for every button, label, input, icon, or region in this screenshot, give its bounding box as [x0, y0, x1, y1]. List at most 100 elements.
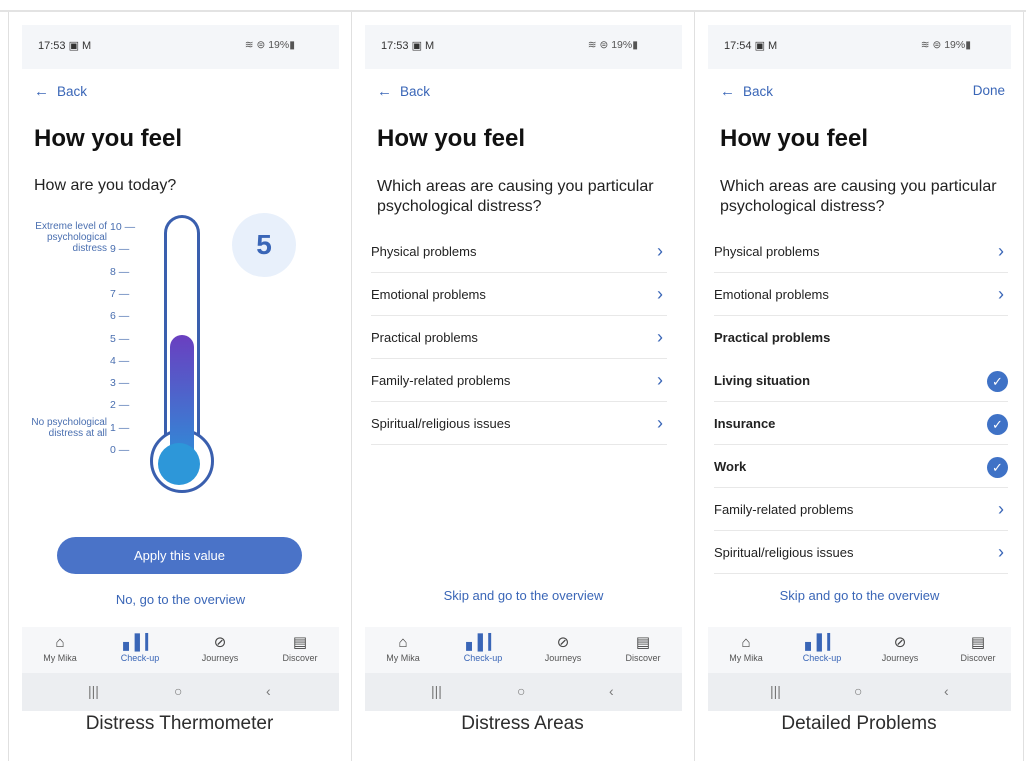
go-to-overview-link[interactable]: No, go to the overview: [22, 592, 339, 607]
tab-check-up[interactable]: ▖▌▎ Check-up: [790, 633, 854, 663]
tab-discover[interactable]: ▤ Discover: [946, 633, 1010, 663]
scale-tick: 6 —: [110, 310, 130, 323]
tab-bar: ⌂ My Mika ▖▌▎ Check-up ⊘ Journeys ▤ Discover: [708, 627, 1011, 673]
scale-tick: 10 —: [110, 221, 136, 233]
question-text: Which areas are causing you particular p…: [720, 178, 997, 215]
home-nav-icon[interactable]: ○: [854, 683, 862, 699]
problem-list: Physical problems › Emotional problems › Pra…: [714, 230, 1008, 574]
list-item[interactable]: Practical problems ›: [371, 316, 667, 359]
tab-check-up[interactable]: ▖▌▎ Check-up: [108, 633, 172, 663]
tab-journeys[interactable]: ⊘ Journeys: [188, 633, 252, 663]
thermometer[interactable]: [150, 215, 214, 493]
tab-check-up[interactable]: ▖▌▎ Check-up: [451, 633, 515, 663]
back-button[interactable]: ← Back: [720, 83, 773, 100]
list-item[interactable]: Spiritual/religious issues ›: [371, 402, 667, 445]
tab-my-mika[interactable]: ⌂ My Mika: [28, 633, 92, 663]
scale-tick: 0 —: [110, 444, 130, 456]
bar-chart-icon: ▖▌▎: [805, 634, 839, 651]
recents-icon[interactable]: |||: [88, 683, 99, 699]
scale-tick: 3 —: [110, 377, 130, 390]
tab-journeys[interactable]: ⊘ Journeys: [531, 633, 595, 663]
chevron-right-icon: ›: [657, 327, 663, 347]
back-button[interactable]: ← Back: [377, 83, 430, 100]
value-bubble: 5: [232, 213, 296, 277]
checkmark-icon[interactable]: ✓: [987, 371, 1008, 392]
list-item[interactable]: Spiritual/religious issues ›: [714, 531, 1008, 574]
home-nav-icon[interactable]: ○: [517, 683, 525, 699]
compass-icon: ⊘: [893, 634, 907, 651]
arrow-left-icon: ←: [34, 83, 49, 100]
caption: Distress Thermometer: [85, 713, 274, 734]
list-item[interactable]: Emotional problems ›: [371, 273, 667, 316]
area-list: Physical problems › Emotional problems › Pra…: [371, 230, 667, 445]
tab-journeys[interactable]: ⊘ Journeys: [868, 633, 932, 663]
panel-detailed-problems: 17:54 ▣ M ≋ ⊜ 19%▮ ← Back Done How you fe…: [694, 12, 1024, 761]
compass-icon: ⊘: [213, 634, 227, 651]
chevron-right-icon: ›: [998, 241, 1004, 261]
chevron-right-icon: ›: [998, 542, 1004, 562]
list-item-label: Physical problems: [371, 244, 477, 259]
scale-tick: 5 —: [110, 332, 130, 345]
status-time: 17:53 ▣ M: [381, 40, 435, 52]
done-button[interactable]: Done: [973, 83, 1005, 98]
home-icon: ⌂: [55, 634, 65, 651]
scale-tick: 2 —: [110, 399, 130, 412]
list-item[interactable]: Family-related problems ›: [714, 488, 1008, 531]
list-item[interactable]: Physical problems ›: [714, 230, 1008, 273]
status-time: 17:53 ▣ M: [38, 40, 92, 52]
status-icons: ≋ ⊜ 19%▮: [920, 39, 971, 51]
list-item-label: Emotional problems: [371, 287, 486, 302]
home-nav-icon[interactable]: ○: [174, 683, 182, 699]
bar-chart-icon: ▖▌▎: [123, 634, 157, 651]
apply-value-button[interactable]: Apply this value: [57, 537, 302, 574]
status-bar: 17:54 ▣ M ≋ ⊜ 19%▮: [708, 25, 1011, 69]
question-text: How are you today?: [34, 177, 177, 194]
phone-screen: 17:53 ▣ M ≋ ⊜ 19%▮ ← Back How you feel Ho…: [22, 25, 339, 711]
list-item-label: Work: [714, 459, 747, 474]
chevron-right-icon: ›: [657, 284, 663, 304]
scale-bottom-label: No psychological distress at all: [31, 417, 107, 439]
chevron-right-icon: ›: [657, 370, 663, 390]
phone-screen: 17:54 ▣ M ≋ ⊜ 19%▮ ← Back Done How you fe…: [708, 25, 1011, 711]
chevron-right-icon: ›: [657, 241, 663, 261]
back-nav-icon[interactable]: ‹: [609, 683, 614, 699]
arrow-left-icon: ←: [720, 83, 735, 100]
caption: Distress Areas: [461, 713, 584, 734]
recents-icon[interactable]: |||: [770, 683, 781, 699]
list-item-label: Practical problems: [714, 330, 831, 345]
list-item[interactable]: Living situation ✓: [714, 359, 1008, 402]
tab-discover[interactable]: ▤ Discover: [611, 633, 675, 663]
list-item[interactable]: Insurance ✓: [714, 402, 1008, 445]
checkmark-icon[interactable]: ✓: [987, 414, 1008, 435]
list-item[interactable]: Family-related problems ›: [371, 359, 667, 402]
tab-my-mika[interactable]: ⌂ My Mika: [714, 633, 778, 663]
arrow-left-icon: ←: [377, 83, 392, 100]
back-nav-icon[interactable]: ‹: [266, 683, 271, 699]
skip-to-overview-link[interactable]: Skip and go to the overview: [708, 588, 1011, 603]
question-text: Which areas are causing you particular p…: [377, 178, 654, 215]
list-item[interactable]: Emotional problems ›: [714, 273, 1008, 316]
tab-my-mika[interactable]: ⌂ My Mika: [371, 633, 435, 663]
tab-discover[interactable]: ▤ Discover: [268, 633, 332, 663]
tab-bar: ⌂ My Mika ▖▌▎ Check-up ⊘ Journeys ▤ Discover: [365, 627, 682, 673]
list-item[interactable]: Work ✓: [714, 445, 1008, 488]
list-item-label: Family-related problems: [371, 373, 511, 388]
checkmark-icon[interactable]: ✓: [987, 457, 1008, 478]
section-header: Practical problems: [714, 316, 1008, 359]
caption: Detailed Problems: [781, 713, 937, 734]
list-item-label: Emotional problems: [714, 287, 829, 302]
phone-screen: 17:53 ▣ M ≋ ⊜ 19%▮ ← Back How you feel Wh…: [365, 25, 682, 711]
list-item-label: Physical problems: [714, 244, 820, 259]
list-item-label: Spiritual/religious issues: [371, 416, 511, 431]
list-item[interactable]: Physical problems ›: [371, 230, 667, 273]
back-button[interactable]: ← Back: [34, 83, 87, 100]
scale-tick: 9 —: [110, 243, 130, 256]
skip-to-overview-link[interactable]: Skip and go to the overview: [365, 588, 682, 603]
back-label: Back: [743, 84, 774, 99]
page-title: How you feel: [377, 125, 526, 152]
bar-chart-icon: ▖▌▎: [466, 634, 500, 651]
back-nav-icon[interactable]: ‹: [944, 683, 949, 699]
document-icon: ▤: [970, 634, 986, 651]
scale-top-label: Extreme level of psychological distress: [35, 221, 107, 254]
recents-icon[interactable]: |||: [431, 683, 442, 699]
